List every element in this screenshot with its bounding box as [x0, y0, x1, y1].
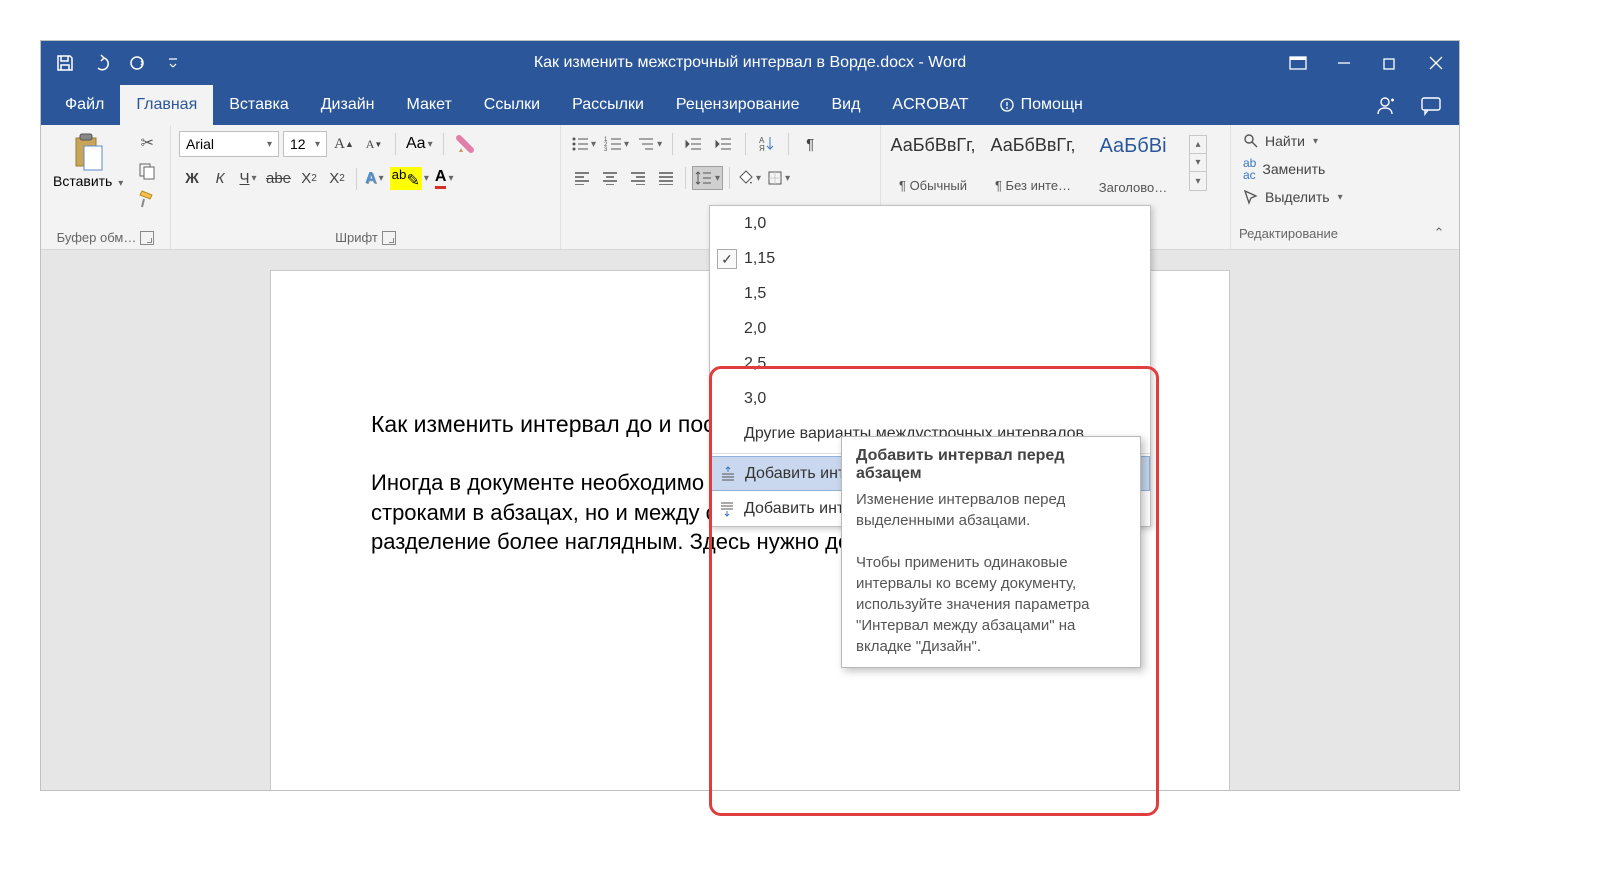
group-clipboard-label: Буфер обм…: [49, 230, 162, 245]
numbering-button[interactable]: 123▾: [602, 134, 631, 154]
quick-access-toolbar: [41, 49, 187, 77]
undo-icon[interactable]: [87, 49, 115, 77]
line-spacing-button[interactable]: ▾: [692, 166, 723, 190]
tooltip-title: Добавить интервал перед абзацем: [856, 447, 1126, 483]
tab-review[interactable]: Рецензирование: [660, 85, 816, 125]
restore-icon[interactable]: [1367, 45, 1413, 81]
tab-layout[interactable]: Макет: [391, 85, 468, 125]
tooltip-body: Изменение интервалов перед выделенными а…: [856, 489, 1126, 657]
find-button[interactable]: Найти▾: [1239, 131, 1347, 151]
replace-button[interactable]: abac Заменить: [1239, 155, 1347, 183]
group-clipboard: Вставить ▾ ✂ Буфер обм…: [41, 125, 171, 249]
tell-me-label: Помощн: [1021, 96, 1083, 114]
underline-button[interactable]: Ч▾: [235, 166, 261, 192]
spacing-1-5[interactable]: 1,5: [710, 276, 1150, 311]
superscript-button[interactable]: X2: [324, 166, 350, 192]
group-font: Arial▾ 12▾ A▲ A▼ Aa▾ Ж К Ч▾ abe X2: [171, 125, 561, 249]
qat-customize-icon[interactable]: [159, 49, 187, 77]
redo-icon[interactable]: [123, 49, 151, 77]
paste-label: Вставить ▾: [53, 173, 123, 189]
increase-indent-icon[interactable]: [711, 131, 737, 157]
titlebar-right: [1369, 89, 1459, 121]
group-editing: Найти▾ abac Заменить Выделить▾ Редактиро…: [1231, 125, 1459, 249]
tab-file[interactable]: Файл: [49, 85, 120, 125]
spacing-2-0[interactable]: 2,0: [710, 311, 1150, 346]
tab-view[interactable]: Вид: [815, 85, 876, 125]
spacing-3-0[interactable]: 3,0: [710, 381, 1150, 416]
gallery-up-icon[interactable]: ▴: [1190, 136, 1206, 154]
style-normal[interactable]: АаБбВвГг, ¶ Обычный: [889, 135, 977, 193]
align-right-icon[interactable]: [625, 165, 651, 191]
font-color-button[interactable]: A▾: [433, 166, 456, 191]
tab-references[interactable]: Ссылки: [468, 85, 556, 125]
style-heading1[interactable]: АаБбВі Заголово…: [1089, 135, 1177, 195]
highlight-button[interactable]: ab✎▾: [388, 165, 431, 192]
subscript-button[interactable]: X2: [296, 166, 322, 192]
bullets-button[interactable]: ▾: [569, 134, 598, 154]
decrease-indent-icon[interactable]: [681, 131, 707, 157]
font-size-select[interactable]: 12▾: [283, 131, 327, 157]
gallery-down-icon[interactable]: ▾: [1190, 154, 1206, 172]
italic-button[interactable]: К: [207, 166, 233, 192]
align-left-icon[interactable]: [569, 165, 595, 191]
tell-me-search[interactable]: Помощн: [985, 96, 1097, 114]
title-bar: Как изменить межстрочный интервал в Ворд…: [41, 41, 1459, 85]
ribbon-tabs: Файл Главная Вставка Дизайн Макет Ссылки…: [41, 85, 1459, 125]
window-title: Как изменить межстрочный интервал в Ворд…: [534, 54, 966, 72]
show-marks-icon[interactable]: ¶: [797, 131, 823, 157]
change-case-button[interactable]: Aa▾: [404, 133, 435, 155]
tab-insert[interactable]: Вставка: [213, 85, 304, 125]
clear-formatting-icon[interactable]: [452, 131, 478, 157]
space-before-icon: [711, 465, 745, 483]
tab-home[interactable]: Главная: [120, 85, 213, 125]
bold-button[interactable]: Ж: [179, 166, 205, 192]
spacing-2-5[interactable]: 2,5: [710, 346, 1150, 381]
sort-icon[interactable]: AЯ: [754, 131, 780, 157]
text-effects-button[interactable]: A▾: [363, 168, 386, 190]
format-painter-icon[interactable]: [133, 187, 161, 211]
font-launcher-icon[interactable]: [382, 231, 396, 245]
grow-font-icon[interactable]: A▲: [331, 131, 357, 157]
gallery-more-icon[interactable]: ▾: [1190, 172, 1206, 190]
minimize-icon[interactable]: [1321, 45, 1367, 81]
close-icon[interactable]: [1413, 45, 1459, 81]
save-icon[interactable]: [51, 49, 79, 77]
tooltip: Добавить интервал перед абзацем Изменени…: [841, 436, 1141, 668]
svg-text:Я: Я: [759, 144, 765, 153]
spacing-1-15[interactable]: 1,15: [710, 241, 1150, 276]
group-font-label: Шрифт: [179, 230, 552, 245]
tab-acrobat[interactable]: ACROBAT: [876, 85, 984, 125]
strikethrough-button[interactable]: abe: [263, 166, 294, 192]
window-controls: [1275, 45, 1459, 81]
comments-icon[interactable]: [1415, 89, 1447, 121]
align-center-icon[interactable]: [597, 165, 623, 191]
svg-text:3: 3: [604, 147, 608, 152]
cut-icon[interactable]: ✂: [133, 131, 161, 155]
font-name-select[interactable]: Arial▾: [179, 131, 279, 157]
select-button[interactable]: Выделить▾: [1239, 187, 1347, 207]
clipboard-launcher-icon[interactable]: [140, 231, 154, 245]
group-editing-label: Редактирование ⌃: [1239, 221, 1451, 245]
collapse-ribbon-icon[interactable]: ⌃: [1427, 221, 1451, 245]
ribbon-display-icon[interactable]: [1275, 45, 1321, 81]
paste-button[interactable]: Вставить ▾: [49, 131, 127, 191]
tab-design[interactable]: Дизайн: [305, 85, 391, 125]
copy-icon[interactable]: [133, 159, 161, 183]
shading-button[interactable]: ▾: [736, 168, 763, 188]
shrink-font-icon[interactable]: A▼: [361, 131, 387, 157]
styles-gallery-nav: ▴ ▾ ▾: [1189, 135, 1207, 191]
tab-mailings[interactable]: Рассылки: [556, 85, 660, 125]
spacing-1-0[interactable]: 1,0: [710, 206, 1150, 241]
justify-icon[interactable]: [653, 165, 679, 191]
paste-icon: [69, 133, 107, 171]
multilevel-list-button[interactable]: ▾: [635, 134, 664, 154]
word-window: Как изменить межстрочный интервал в Ворд…: [40, 40, 1460, 791]
share-icon[interactable]: [1369, 89, 1401, 121]
style-no-spacing[interactable]: АаБбВвГг, ¶ Без инте…: [989, 135, 1077, 193]
borders-button[interactable]: ▾: [765, 168, 792, 188]
space-after-icon: [710, 500, 744, 518]
